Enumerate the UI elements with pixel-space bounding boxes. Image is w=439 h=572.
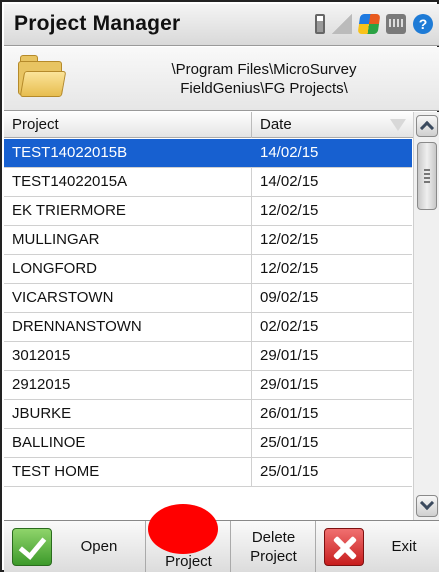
- project-date-cell: 29/01/15: [260, 347, 319, 364]
- delete-project-button[interactable]: Delete Project: [231, 521, 316, 572]
- scroll-down-button[interactable]: [416, 495, 438, 517]
- vertical-scrollbar[interactable]: [413, 112, 439, 520]
- table-row[interactable]: TEST HOME 25/01/15: [4, 458, 412, 487]
- exit-button-label: Exit: [391, 538, 417, 555]
- project-date-cell: 02/02/15: [260, 318, 319, 335]
- project-date-cell: 09/02/15: [260, 289, 319, 306]
- checkmark-icon: [12, 528, 52, 566]
- folder-icon[interactable]: [18, 55, 67, 99]
- project-path: \Program Files\MicroSurvey FieldGenius\F…: [104, 60, 424, 98]
- sort-arrow-icon: [390, 119, 406, 131]
- project-name-cell: JBURKE: [4, 400, 252, 428]
- project-date-cell: 12/02/15: [260, 202, 319, 219]
- project-date-cell: 12/02/15: [260, 231, 319, 248]
- open-button-label: Open: [80, 538, 118, 555]
- signal-icon[interactable]: [332, 14, 352, 34]
- project-date-cell: 12/02/15: [260, 260, 319, 277]
- project-date-cell: 25/01/15: [260, 434, 319, 451]
- table-row[interactable]: DRENNANSTOWN 02/02/15: [4, 313, 412, 342]
- delete-label-line-2: Project: [250, 548, 297, 565]
- project-name-cell: TEST14022015A: [4, 168, 252, 196]
- table-row[interactable]: VICARSTOWN 09/02/15: [4, 284, 412, 313]
- bottom-toolbar: Open Project Delete Project Exit: [4, 520, 439, 572]
- scroll-up-button[interactable]: [416, 115, 438, 137]
- app-window: Project Manager ? \Program Files\MicroSu…: [0, 0, 439, 572]
- new-project-button-label: Project: [165, 553, 212, 570]
- scrollbar-thumb[interactable]: [417, 142, 437, 210]
- title-bar: Project Manager ?: [4, 4, 439, 46]
- open-button[interactable]: Open: [4, 521, 146, 572]
- project-name-cell: VICARSTOWN: [4, 284, 252, 312]
- project-name-cell: BALLINOE: [4, 429, 252, 457]
- project-table: Project Date TEST14022015B 14/02/15 TEST14…: [4, 112, 439, 520]
- path-bar: \Program Files\MicroSurvey FieldGenius\F…: [4, 47, 439, 111]
- column-header-date[interactable]: Date: [252, 112, 412, 138]
- chevron-up-icon: [419, 120, 435, 136]
- table-row[interactable]: EK TRIERMORE 12/02/15: [4, 197, 412, 226]
- table-body: TEST14022015B 14/02/15 TEST14022015A 14/02/…: [4, 139, 412, 487]
- help-icon[interactable]: ?: [413, 14, 433, 34]
- project-name-cell: MULLINGAR: [4, 226, 252, 254]
- system-tray: ?: [315, 14, 433, 34]
- chevron-down-icon: [419, 495, 435, 511]
- table-row[interactable]: LONGFORD 12/02/15: [4, 255, 412, 284]
- project-name-cell: EK TRIERMORE: [4, 197, 252, 225]
- table-row[interactable]: MULLINGAR 12/02/15: [4, 226, 412, 255]
- app-title: Project Manager: [14, 12, 181, 35]
- path-line-1: \Program Files\MicroSurvey: [171, 61, 357, 78]
- keyboard-icon[interactable]: [386, 14, 406, 34]
- project-date-cell: 29/01/15: [260, 376, 319, 393]
- table-row[interactable]: BALLINOE 25/01/15: [4, 429, 412, 458]
- redaction-mark: [148, 504, 218, 554]
- project-name-cell: 3012015: [4, 342, 252, 370]
- project-name-cell: TEST14022015B: [4, 139, 252, 167]
- project-date-cell: 14/02/15: [260, 144, 319, 161]
- table-header: Project Date: [4, 112, 439, 138]
- path-line-2: FieldGenius\FG Projects\: [180, 80, 348, 97]
- project-date-cell: 26/01/15: [260, 405, 319, 422]
- project-name-cell: DRENNANSTOWN: [4, 313, 252, 341]
- column-header-project[interactable]: Project: [4, 112, 252, 138]
- exit-button[interactable]: Exit: [316, 521, 439, 572]
- project-date-cell: 14/02/15: [260, 173, 319, 190]
- delete-project-button-label: Delete Project: [231, 528, 316, 566]
- project-name-cell: LONGFORD: [4, 255, 252, 283]
- battery-icon[interactable]: [315, 14, 325, 34]
- project-date-cell: 25/01/15: [260, 463, 319, 480]
- table-row[interactable]: TEST14022015A 14/02/15: [4, 168, 412, 197]
- table-row[interactable]: 3012015 29/01/15: [4, 342, 412, 371]
- delete-label-line-1: Delete: [251, 529, 296, 546]
- project-name-cell: TEST HOME: [4, 458, 252, 486]
- table-row[interactable]: 2912015 29/01/15: [4, 371, 412, 400]
- windows-icon[interactable]: [357, 14, 381, 34]
- project-name-cell: 2912015: [4, 371, 252, 399]
- column-header-date-label: Date: [260, 116, 292, 133]
- table-row[interactable]: JBURKE 26/01/15: [4, 400, 412, 429]
- close-icon: [324, 528, 364, 566]
- table-row[interactable]: TEST14022015B 14/02/15: [4, 139, 412, 168]
